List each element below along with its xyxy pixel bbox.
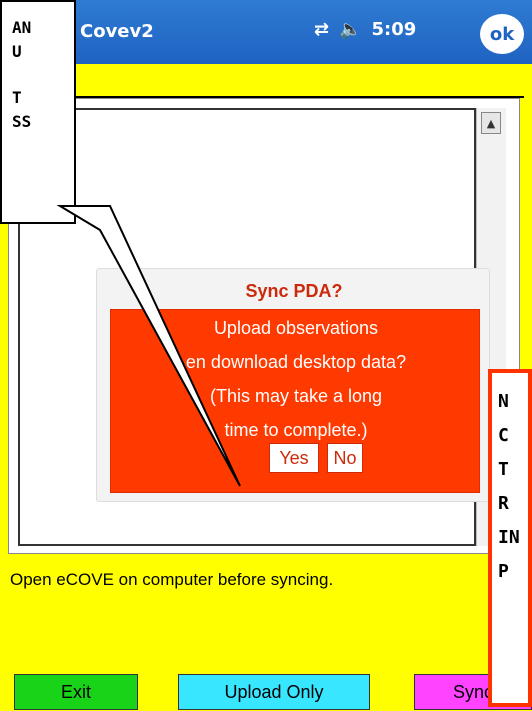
callout-right-line-6: P — [498, 561, 509, 582]
callout-right: N C T R IN P — [488, 369, 532, 707]
network-icon[interactable]: ⇄ — [314, 19, 329, 40]
callout-right-line-5: IN — [498, 527, 520, 548]
callout-top-left-text: AN U T SS — [2, 2, 78, 226]
upload-only-button[interactable]: Upload Only — [178, 674, 370, 710]
callout-right-line-1: N — [498, 391, 509, 412]
no-button[interactable]: No — [327, 443, 363, 473]
callout-top-left-line-5: SS — [12, 112, 32, 131]
callout-top-left-line-4: T — [12, 88, 22, 107]
sync-dialog: Sync PDA? Upload observations en downloa… — [96, 268, 490, 502]
ok-button[interactable]: ok — [480, 14, 524, 54]
callout-top-left-line-2: U — [12, 42, 22, 61]
dialog-title: Sync PDA? — [245, 281, 343, 301]
volume-icon[interactable]: 🔈 — [339, 19, 361, 40]
callout-top-left-line-1: AN — [12, 18, 32, 37]
dialog-line-1: Upload observations — [213, 318, 379, 338]
yes-button[interactable]: Yes — [269, 443, 319, 473]
clock-time[interactable]: 5:09 — [372, 19, 417, 40]
dialog-line-3: (This may take a long — [209, 386, 383, 406]
device-screen: Covev2 ⇄ 🔈 5:09 ok ▲ Sync PDA? Upload ob… — [0, 0, 532, 711]
callout-top-left: AN U T SS — [0, 0, 76, 224]
app-title: Covev2 — [80, 21, 154, 42]
dialog-line-4: time to complete.) — [224, 420, 368, 440]
status-icons: ⇄ 🔈 5:09 — [314, 19, 416, 40]
status-message: Open eCOVE on computer before syncing. — [10, 570, 334, 589]
callout-right-line-2: C — [498, 425, 509, 446]
callout-right-line-3: T — [498, 459, 509, 480]
title-bar: Covev2 ⇄ 🔈 5:09 ok — [0, 0, 532, 64]
scroll-up-icon[interactable]: ▲ — [481, 112, 501, 134]
dialog-line-2: en download desktop data? — [185, 352, 407, 372]
exit-button[interactable]: Exit — [14, 674, 138, 710]
callout-right-line-4: R — [498, 493, 509, 514]
